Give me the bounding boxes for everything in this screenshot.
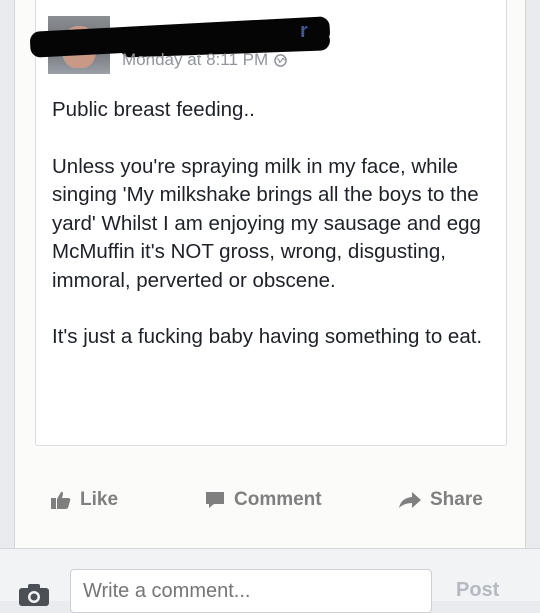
post-timestamp[interactable]: Monday at 8:11 PM: [122, 50, 287, 70]
post-paragraph: It's just a fucking baby having somethin…: [52, 325, 483, 348]
share-arrow-icon: [399, 492, 421, 508]
like-button[interactable]: Like: [50, 489, 118, 511]
post-body: Public breast feeding.. Unless you're sp…: [52, 96, 492, 352]
comment-button[interactable]: Comment: [204, 489, 322, 511]
timestamp-text: Monday at 8:11 PM: [122, 50, 269, 69]
comment-label: Comment: [234, 489, 322, 510]
post-comment-button[interactable]: Post: [456, 579, 499, 602]
globe-icon: [274, 53, 287, 67]
comment-input[interactable]: [70, 569, 432, 613]
camera-icon[interactable]: [18, 583, 50, 607]
post-actions: Like Comment Share: [14, 482, 526, 518]
like-label: Like: [80, 489, 119, 510]
share-label: Share: [430, 489, 483, 510]
post-paragraph: Public breast feeding..: [52, 98, 255, 121]
speech-bubble-icon: [206, 492, 224, 508]
post-paragraph: Unless you're spraying milk in my face, …: [52, 154, 481, 292]
share-button[interactable]: Share: [398, 489, 483, 511]
author-name[interactable]: r: [300, 20, 308, 43]
thumbs-up-icon: [51, 491, 71, 509]
comment-bar: Post: [0, 548, 540, 613]
